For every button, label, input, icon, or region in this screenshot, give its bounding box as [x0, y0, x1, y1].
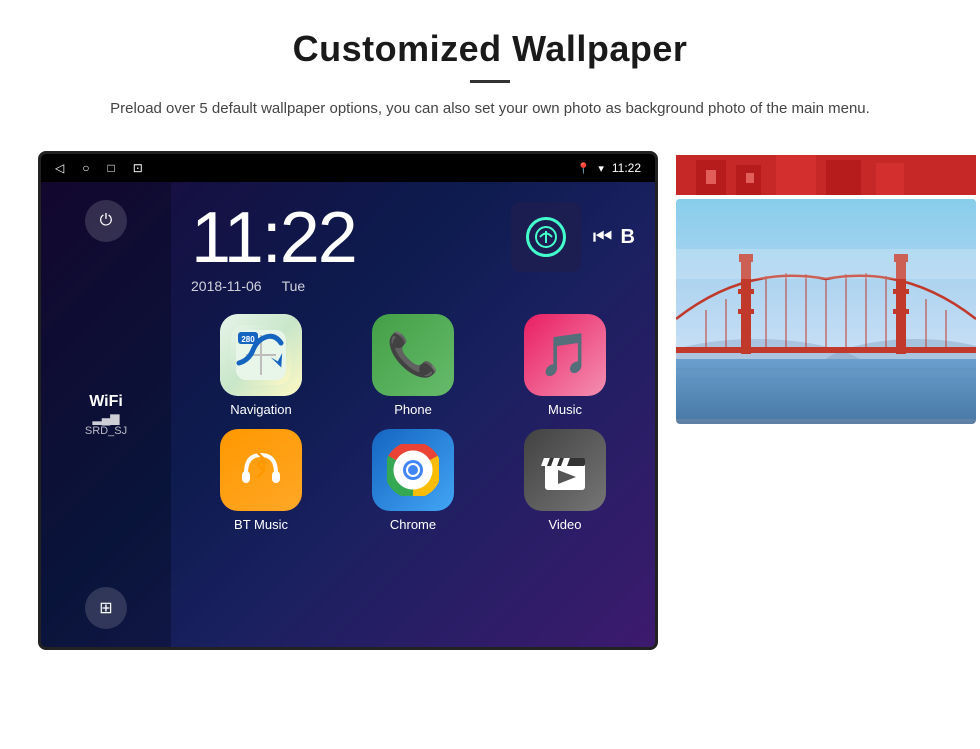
music-label: Music: [548, 402, 582, 417]
back-icon[interactable]: ◁: [55, 161, 64, 175]
app-music[interactable]: 🎵 Music: [495, 314, 635, 417]
title-divider: [470, 80, 510, 83]
wifi-label: WiFi: [85, 393, 127, 411]
navigation-label: Navigation: [230, 402, 291, 417]
phone-icon: 📞: [372, 314, 454, 396]
wallpaper-thumb-middle[interactable]: [676, 155, 976, 195]
track-label: B: [621, 226, 635, 249]
wallpaper-thumb-2[interactable]: [676, 199, 976, 424]
video-icon-bg: [524, 429, 606, 511]
quick-wifi-icon[interactable]: [511, 202, 581, 272]
app-chrome[interactable]: Chrome: [343, 429, 483, 532]
music-icon: 🎵: [524, 314, 606, 396]
app-phone[interactable]: 📞 Phone: [343, 314, 483, 417]
wifi-bars: ▂▄▆: [85, 411, 127, 425]
power-button[interactable]: ⏻: [85, 200, 127, 242]
screen-content: ⏻ WiFi ▂▄▆ SRD_SJ ⊞ 11:22 2018-11-06 Tu: [41, 182, 655, 647]
quick-apps: ⏮ B: [511, 202, 635, 272]
content-area: ◁ ○ □ ⊡ 📍 ▾ 11:22 ⏻ WiFi ▂▄▆ SRD_SJ: [0, 139, 980, 660]
nav-icons: ◁ ○ □ ⊡: [55, 161, 143, 175]
location-icon: 📍: [577, 162, 591, 175]
center-content: 11:22 2018-11-06 Tue: [171, 182, 655, 647]
phone-label: Phone: [394, 402, 432, 417]
video-label: Video: [548, 517, 581, 532]
chrome-icon: [372, 429, 454, 511]
clock-section: 11:22 2018-11-06 Tue: [191, 202, 491, 294]
clock-time: 11:22: [191, 202, 491, 274]
wifi-signal-display: [526, 217, 566, 257]
wifi-info: WiFi ▂▄▆ SRD_SJ: [85, 393, 127, 437]
app-navigation[interactable]: 280 Navigation: [191, 314, 331, 417]
app-video[interactable]: Video: [495, 429, 635, 532]
media-controls: ⏮ B: [593, 224, 635, 250]
wifi-name: SRD_SJ: [85, 425, 127, 437]
btmusic-label: BT Music: [234, 517, 288, 532]
left-sidebar: ⏻ WiFi ▂▄▆ SRD_SJ ⊞: [41, 182, 171, 647]
home-icon[interactable]: ○: [82, 161, 89, 175]
clock-day-value: Tue: [282, 278, 306, 294]
status-time: 11:22: [612, 161, 641, 175]
clock-area: 11:22 2018-11-06 Tue: [171, 182, 655, 304]
status-bar: ◁ ○ □ ⊡ 📍 ▾ 11:22: [41, 154, 655, 182]
apps-button[interactable]: ⊞: [85, 587, 127, 629]
app-grid: 280 Navigation 📞 P: [171, 304, 655, 548]
clock-date-value: 2018-11-06: [191, 278, 262, 294]
svg-text:280: 280: [241, 335, 255, 344]
wallpaper-thumbnails: [676, 151, 976, 424]
recents-icon[interactable]: □: [107, 161, 114, 175]
screenshot-icon: ⊡: [133, 161, 143, 175]
page-header: Customized Wallpaper Preload over 5 defa…: [0, 0, 980, 139]
status-right: 📍 ▾ 11:22: [577, 161, 641, 175]
prev-track-icon[interactable]: ⏮: [593, 224, 613, 250]
page-description: Preload over 5 default wallpaper options…: [100, 97, 880, 121]
btmusic-icon: [220, 429, 302, 511]
wifi-status-icon: ▾: [598, 162, 604, 175]
app-btmusic[interactable]: BT Music: [191, 429, 331, 532]
navigation-icon: 280: [220, 314, 302, 396]
page-title: Customized Wallpaper: [60, 28, 920, 70]
clock-date: 2018-11-06 Tue: [191, 278, 491, 294]
device-mockup: ◁ ○ □ ⊡ 📍 ▾ 11:22 ⏻ WiFi ▂▄▆ SRD_SJ: [38, 151, 658, 650]
chrome-label: Chrome: [390, 517, 436, 532]
